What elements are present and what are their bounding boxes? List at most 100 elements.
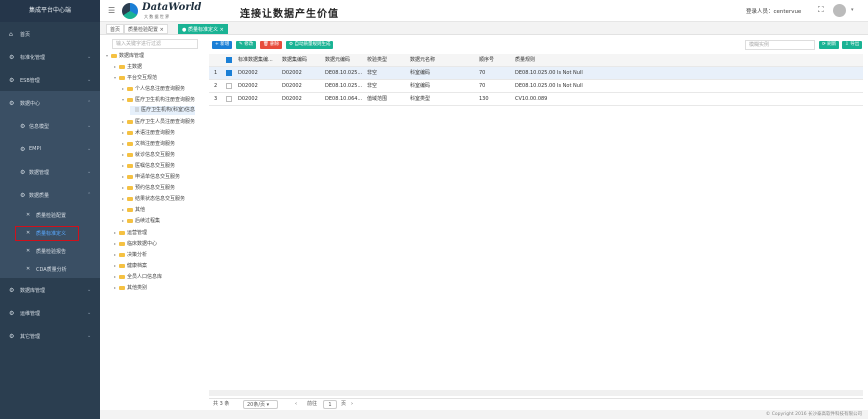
- sidebar-item-data-mgmt[interactable]: ⚙ 数据管理 ⌄: [0, 160, 100, 184]
- close-icon[interactable]: ×: [220, 27, 224, 33]
- tree-node[interactable]: ▾ 平台交互规范: [114, 73, 157, 82]
- tree-node[interactable]: ▾ 数据库管理: [106, 51, 144, 60]
- close-icon[interactable]: ×: [160, 27, 164, 33]
- sidebar-item-quality-config[interactable]: ✕ 质量检验配置: [0, 206, 100, 224]
- avatar[interactable]: [833, 4, 846, 17]
- export-button[interactable]: ⇩ 导出: [842, 41, 863, 49]
- tree-node-label: 决策分析: [127, 252, 148, 258]
- fullscreen-icon[interactable]: ⛶: [818, 5, 824, 15]
- sidebar-item-label: 数据管理: [29, 169, 50, 176]
- folder-icon: [111, 53, 117, 58]
- tree-node-label: 术语注册查询服务: [135, 130, 176, 136]
- sidebar-item-ops[interactable]: ⚙ 运维管理 ⌄: [0, 301, 100, 325]
- folder-icon: [119, 252, 125, 257]
- sidebar-item-info-model[interactable]: ⚙ 信息模型 ⌄: [0, 114, 100, 138]
- sidebar-item-home[interactable]: ⌂ 首页: [0, 22, 100, 46]
- row-checkbox[interactable]: [226, 96, 232, 102]
- tree-node-selected[interactable]: 医疗卫生机构(科室)信息: [130, 106, 195, 115]
- tree-node[interactable]: ▸ 临床数据中心: [114, 239, 157, 248]
- sidebar-item-empi[interactable]: ⚙ EMPI ⌄: [0, 137, 100, 161]
- sidebar-item-data-center[interactable]: ⚙ 数据中心 ⌃: [0, 91, 100, 115]
- sidebar-item-quality-report[interactable]: ✕ 质量检验报告: [0, 242, 100, 260]
- tree-node[interactable]: ▸ 决策分析: [114, 250, 147, 259]
- sidebar-item-data-quality[interactable]: ⚙ 数据质量 ⌃: [0, 183, 100, 207]
- tree-node[interactable]: ▸ 医疗卫生人员注册查询服务: [122, 117, 195, 126]
- sidebar-item-label: 其它管理: [20, 333, 41, 340]
- add-button[interactable]: + 新增: [212, 41, 233, 49]
- tree-node[interactable]: ▸ 主数据: [114, 62, 142, 71]
- edit-button[interactable]: ✎ 修改: [236, 41, 257, 49]
- tree-node[interactable]: ▸ 术语注册查询服务: [122, 128, 175, 137]
- folder-icon: [127, 141, 133, 146]
- tree-node[interactable]: ▸ 医嘱信息交互服务: [122, 161, 175, 170]
- tree-node[interactable]: ▸ 运营管理: [114, 228, 147, 237]
- horizontal-scrollbar[interactable]: [209, 390, 863, 396]
- tree-node-label: 结果状态信息交互服务: [135, 196, 186, 202]
- tree-node[interactable]: ▸ 申请单信息交互服务: [122, 172, 180, 181]
- sidebar-item-other[interactable]: ⚙ 其它管理 ⌄: [0, 324, 100, 348]
- table-cell: D02002: [282, 83, 302, 89]
- tab-quality-standard[interactable]: ● 质量标准定义 ×: [178, 24, 228, 34]
- column-header[interactable]: 数据元名称: [410, 54, 470, 67]
- tree-node[interactable]: ▸ 其他: [122, 205, 145, 214]
- sidebar-item-standard[interactable]: ⚙ 标准化管理 ⌄: [0, 45, 100, 69]
- tree-node-label: 医疗卫生机构注册查询服务: [135, 97, 196, 103]
- chevron-down-icon: ⌄: [87, 310, 92, 316]
- table-cell: DE08.10.025.00 Is Not Null: [515, 83, 583, 89]
- page-input[interactable]: 1: [323, 400, 337, 409]
- grid-search-input[interactable]: 模糊实例: [745, 40, 815, 50]
- generate-button[interactable]: ⚙ 自动质量规则生成: [286, 41, 334, 49]
- page-size-select[interactable]: 20条/页 ▾: [243, 400, 279, 409]
- folder-icon: [127, 174, 133, 179]
- tree-node[interactable]: ▸ 健康档案: [114, 261, 147, 270]
- folder-icon: [127, 130, 133, 135]
- gear-icon: ⚙: [20, 122, 26, 130]
- table-row[interactable]: 1 D02002 D02002 DE08.10.025... 非空 科室编码 7…: [209, 67, 863, 80]
- sidebar-item-cda-analysis[interactable]: ✕ CDA质量分析: [0, 260, 100, 278]
- column-header[interactable]: 顺序号: [479, 54, 509, 67]
- tree-node-label: 其他: [135, 207, 146, 213]
- pager: 共 3 条 20条/页 ▾ ‹ 前往 1 页 ›: [209, 398, 863, 409]
- table-row[interactable]: 2 D02002 D02002 DE08.10.025... 非空 科室编码 7…: [209, 80, 863, 93]
- tree-node[interactable]: ▸ 个人信息注册查询服务: [122, 84, 185, 93]
- next-page-icon[interactable]: ›: [351, 399, 353, 410]
- select-all-checkbox[interactable]: [226, 57, 232, 63]
- tree-node[interactable]: ▸ 文档注册查询服务: [122, 139, 175, 148]
- tree-node-label: 个人信息注册查询服务: [135, 86, 186, 92]
- sidebar-item-label: 信息模型: [29, 123, 50, 130]
- tab-home[interactable]: 首页: [106, 24, 125, 34]
- chevron-down-icon[interactable]: ▾: [851, 7, 854, 13]
- tree-node-label: 主数据: [127, 64, 143, 70]
- tree-node[interactable]: ▸ 其他类别: [114, 283, 147, 292]
- column-header[interactable]: 标准数据集编...: [238, 54, 280, 67]
- tree-node-label: 医疗卫生机构(科室)信息: [141, 107, 195, 113]
- tree-node[interactable]: ▸ 全员人口信息库: [114, 272, 162, 281]
- tree-node[interactable]: ▸ 就诊信息交互服务: [122, 150, 175, 159]
- row-checkbox[interactable]: [226, 70, 232, 76]
- row-number: 1: [214, 70, 218, 76]
- tab-quality-config[interactable]: 质量检验配置 ×: [124, 24, 168, 34]
- menu-toggle-icon[interactable]: ☰: [108, 6, 115, 15]
- refresh-button[interactable]: ⟳ 刷新: [819, 41, 840, 49]
- column-header[interactable]: 数据集编码: [282, 54, 322, 67]
- tree-node[interactable]: ▸ 后续过程集: [122, 216, 160, 225]
- delete-button[interactable]: 🗑 删除: [260, 41, 283, 49]
- row-checkbox[interactable]: [226, 83, 232, 89]
- tree-node-label: 数据库管理: [119, 53, 145, 59]
- sidebar-item-esb[interactable]: ⚙ ESB管理 ⌄: [0, 68, 100, 92]
- tree-node[interactable]: ▸ 预约信息交互服务: [122, 183, 175, 192]
- tree-node[interactable]: ▸ 结果状态信息交互服务: [122, 194, 185, 203]
- total-count: 共 3 条: [213, 401, 230, 407]
- wrench-icon: ✕: [26, 212, 31, 218]
- chevron-down-icon: ⌄: [87, 169, 92, 175]
- table-cell: D02002: [282, 96, 302, 102]
- table-row[interactable]: 3 D02002 D02002 DE08.10.064... 值域范围 科室类型…: [209, 93, 863, 106]
- sidebar-item-db[interactable]: ⚙ 数据库管理 ⌄: [0, 278, 100, 302]
- column-header[interactable]: 质量规则: [515, 54, 665, 67]
- table-cell: 科室编码: [410, 83, 431, 89]
- chevron-down-icon: ▾: [266, 402, 270, 408]
- column-header[interactable]: 数据元编码: [325, 54, 365, 67]
- prev-page-icon[interactable]: ‹: [295, 399, 297, 410]
- column-header[interactable]: 校验类型: [367, 54, 407, 67]
- tree-node[interactable]: ▾ 医疗卫生机构注册查询服务: [122, 95, 195, 104]
